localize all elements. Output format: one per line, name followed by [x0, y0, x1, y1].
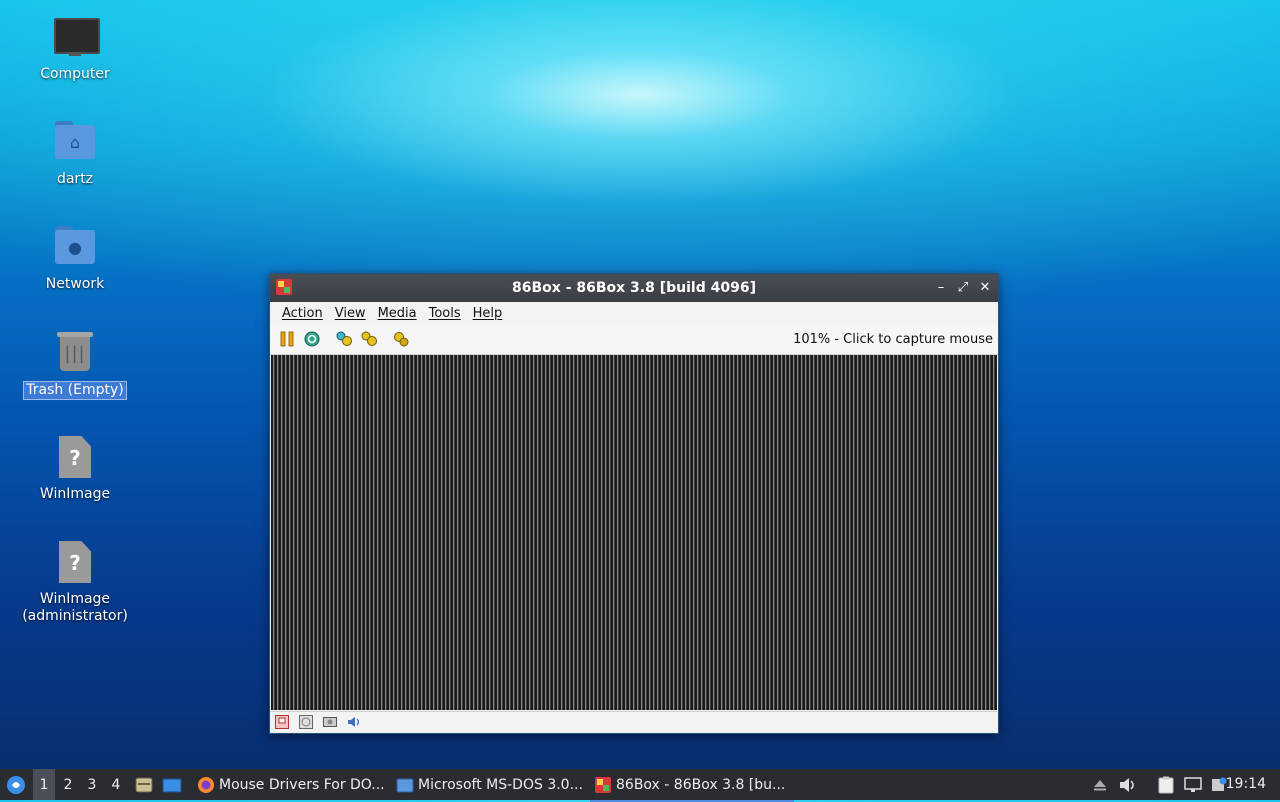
folder-icon: [396, 778, 414, 792]
unknown-file-icon: ?: [51, 434, 99, 482]
desktop-icon-computer[interactable]: Computer: [14, 14, 136, 83]
clock[interactable]: 19:14: [1226, 769, 1266, 800]
desktop-icon-winimage-admin[interactable]: ? WinImage (administrator): [14, 539, 136, 625]
statusbar: [271, 711, 997, 732]
eject-icon: [1094, 779, 1106, 790]
file-manager-icon: [135, 777, 153, 792]
settings-icon[interactable]: [393, 331, 409, 347]
clipboard-icon: [1158, 776, 1174, 793]
cdrom-icon[interactable]: [299, 715, 313, 729]
menu-help[interactable]: Help: [467, 306, 509, 321]
task-86box[interactable]: 86Box - 86Box 3.8 [bu...: [590, 769, 794, 802]
menu-media[interactable]: Media: [372, 306, 423, 321]
tray-updates[interactable]: [1090, 769, 1110, 800]
unknown-file-icon: ?: [51, 539, 99, 587]
taskbar: 1 2 3 4 Mouse Drivers For DO... Microsof…: [0, 769, 1280, 802]
network-folder-icon: ●: [51, 224, 99, 272]
ctrl-alt-del-icon[interactable]: [336, 331, 352, 347]
ctrl-alt-esc-icon[interactable]: [361, 331, 377, 347]
hdd-icon[interactable]: [323, 715, 337, 729]
show-desktop-launcher[interactable]: [161, 769, 183, 800]
desktop-icon-label: Network: [45, 276, 105, 292]
volume-icon: [1120, 777, 1134, 792]
86box-icon: [595, 776, 611, 793]
menubar: Action View Media Tools Help: [270, 302, 998, 324]
file-manager-launcher[interactable]: [134, 769, 154, 800]
desktop-icon-trash[interactable]: ||| Trash (Empty): [14, 329, 136, 400]
desktop-icon: [162, 778, 182, 792]
workspace-4[interactable]: 4: [105, 769, 127, 800]
task-msdos-folder[interactable]: Microsoft MS-DOS 3.0...: [392, 769, 592, 800]
tray-clipboard[interactable]: [1155, 769, 1177, 800]
trash-icon: |||: [51, 329, 99, 377]
status-text: 101% - Click to capture mouse: [793, 332, 993, 347]
floppy-icon[interactable]: [275, 715, 289, 729]
desktop-icon-label: Computer: [40, 66, 110, 82]
reset-icon[interactable]: [304, 331, 320, 347]
minimize-icon[interactable]: –: [932, 279, 950, 297]
pause-icon[interactable]: [279, 331, 295, 347]
desktop-icon-network[interactable]: ● Network: [14, 224, 136, 293]
start-menu-icon: [7, 775, 25, 794]
menu-tools[interactable]: Tools: [423, 306, 467, 321]
maximize-icon[interactable]: ⤢: [954, 279, 972, 297]
emulator-screen[interactable]: [271, 355, 997, 710]
task-firefox[interactable]: Mouse Drivers For DO...: [193, 769, 393, 800]
menu-action[interactable]: Action: [276, 306, 329, 321]
toolbar: 101% - Click to capture mouse: [270, 324, 998, 355]
desktop-icon-label: WinImage: [39, 486, 111, 502]
tray-network[interactable]: [1182, 769, 1204, 800]
86box-icon: [276, 279, 292, 295]
desktop-icon-winimage[interactable]: ? WinImage: [14, 434, 136, 503]
sound-icon[interactable]: [347, 715, 361, 729]
desktop-icon-home[interactable]: ⌂ dartz: [14, 119, 136, 188]
firefox-icon: [198, 776, 214, 793]
tray-volume[interactable]: [1117, 769, 1139, 800]
workspace-3[interactable]: 3: [81, 769, 103, 800]
network-icon: [1184, 776, 1202, 792]
desktop-icon-label: Trash (Empty): [23, 381, 127, 400]
workspace-1[interactable]: 1: [33, 769, 55, 800]
home-folder-icon: ⌂: [51, 119, 99, 167]
desktop-icon-label: dartz: [56, 171, 94, 187]
task-label: Mouse Drivers For DO...: [219, 776, 385, 793]
app-menu-button[interactable]: [4, 769, 28, 800]
menu-view[interactable]: View: [329, 306, 372, 321]
window-titlebar[interactable]: 86Box - 86Box 3.8 [build 4096] – ⤢ ✕: [270, 274, 998, 302]
task-label: Microsoft MS-DOS 3.0...: [418, 776, 583, 793]
window-title: 86Box - 86Box 3.8 [build 4096]: [512, 280, 756, 296]
86box-window: 86Box - 86Box 3.8 [build 4096] – ⤢ ✕ Act…: [269, 273, 999, 734]
workspace-2[interactable]: 2: [57, 769, 79, 800]
desktop-icon-label: WinImage (administrator): [22, 591, 128, 624]
computer-icon: [51, 14, 100, 62]
close-icon[interactable]: ✕: [976, 279, 994, 297]
task-label: 86Box - 86Box 3.8 [bu...: [616, 776, 786, 793]
